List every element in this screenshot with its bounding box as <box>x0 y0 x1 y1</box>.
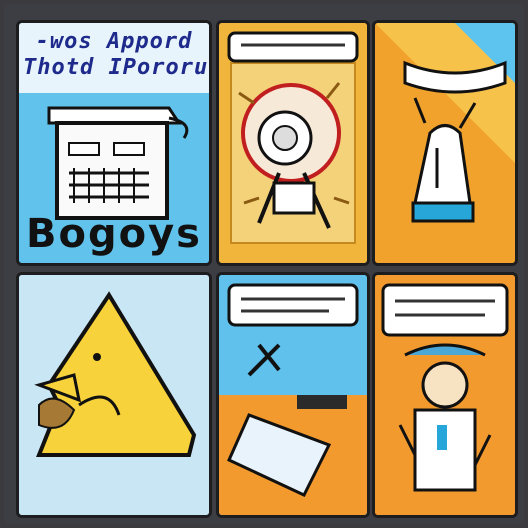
caption-line-2: Thotd IPororu <box>23 55 209 80</box>
panel-astronaut <box>216 20 370 266</box>
banana-character-icon <box>19 275 209 515</box>
comic-grid: -wos Appord Thotd IPororu Bogoys <box>4 4 524 524</box>
caption-line-1: -wos Appord <box>35 29 193 54</box>
speech-bubble-icon <box>227 283 359 327</box>
speech-bubble-icon <box>381 283 509 337</box>
panel-tablet <box>216 272 370 518</box>
big-caption: Bogoys <box>26 211 202 257</box>
tablet-icon <box>219 275 367 515</box>
rocket-icon <box>375 23 515 263</box>
speech-bubble-icon <box>227 31 359 63</box>
astronaut-icon <box>219 23 367 263</box>
panel-banana <box>16 272 212 518</box>
panel-robot: -wos Appord Thotd IPororu Bogoys <box>16 20 212 266</box>
panel-rocket <box>372 20 518 266</box>
figure-icon <box>375 275 515 515</box>
panel-figure <box>372 272 518 518</box>
